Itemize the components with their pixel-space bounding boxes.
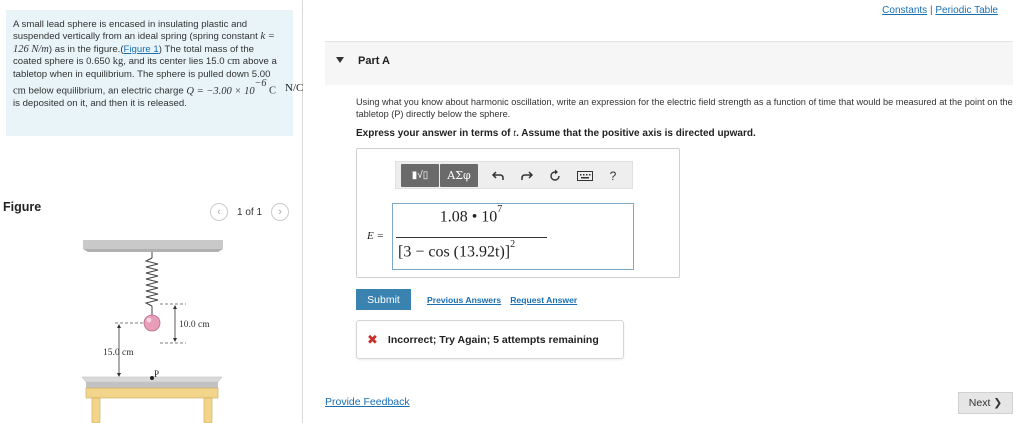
part-title: Part A xyxy=(358,55,390,67)
answer-input[interactable]: 1.08 • 107 [3 − cos (13.92t)]2 xyxy=(392,203,634,270)
question-text: Using what you know about harmonic oscil… xyxy=(356,97,1013,119)
unit-cm-2: cm xyxy=(13,85,26,97)
problem-text-1: A small lead sphere is encased in insula… xyxy=(13,19,258,43)
denominator-value: [3 − cos (13.92t)] xyxy=(398,243,511,261)
figure-link[interactable]: Figure 1 xyxy=(124,44,159,55)
arrow-15cm-head-bottom xyxy=(117,373,121,377)
problem-text-7: is deposited on it, and then it is relea… xyxy=(13,97,187,109)
charge-unit: C xyxy=(269,85,277,97)
charge-value: Q = −3.00 × 10−6 xyxy=(186,78,266,97)
feedback-text: Incorrect; Try Again; 5 attempts remaini… xyxy=(387,333,599,346)
figure-heading: Figure xyxy=(3,200,42,214)
equation-lhs: E = xyxy=(367,230,384,242)
periodic-table-link[interactable]: Periodic Table xyxy=(935,5,998,16)
left-panel: A small lead sphere is encased in insula… xyxy=(0,0,303,423)
spring-sphere-figure: 10.0 cm 15.0 cm P xyxy=(81,240,223,423)
figure-pagination: ‹ 1 of 1 › xyxy=(210,203,290,221)
link-separator: | xyxy=(929,5,933,16)
denominator-exponent: 2 xyxy=(510,239,516,250)
redo-icon[interactable] xyxy=(517,164,537,187)
dim-10cm-label: 10.0 cm xyxy=(179,320,210,330)
x-icon: ✖ xyxy=(367,331,378,347)
header-links: Constants | Periodic Table xyxy=(882,5,998,16)
numerator-exponent: 7 xyxy=(497,204,503,215)
fraction-numerator: 1.08 • 107 xyxy=(393,204,549,226)
lead-sphere xyxy=(143,314,161,332)
action-row: Submit Previous Answers Request Answer xyxy=(356,289,577,310)
instruction-pre: Express your answer in terms of xyxy=(356,128,511,139)
tabletop-edge xyxy=(86,382,218,388)
undo-icon[interactable] xyxy=(488,164,508,187)
arrow-15cm-head-top xyxy=(117,324,121,328)
ceiling-shade xyxy=(83,249,223,252)
problem-text-4: , and its center lies 15.0 xyxy=(123,56,225,68)
answer-unit: N/C xyxy=(285,82,304,94)
chevron-right-icon: ❯ xyxy=(993,397,1003,409)
provide-feedback-link[interactable]: Provide Feedback xyxy=(325,396,410,408)
constants-link[interactable]: Constants xyxy=(882,5,927,16)
caret-down-icon[interactable] xyxy=(336,57,344,63)
instruction-post: . Assume that the positive axis is direc… xyxy=(516,128,756,139)
point-p-label: P xyxy=(154,369,159,379)
feedback-message: ✖ Incorrect; Try Again; 5 attempts remai… xyxy=(356,320,624,359)
keyboard-icon[interactable] xyxy=(574,164,596,187)
figure-counter: 1 of 1 xyxy=(237,206,263,218)
math-toolbar: ▮√▯ ΑΣφ ? xyxy=(395,161,633,189)
arrow-10cm-head-bottom xyxy=(173,338,177,342)
ceiling-bar xyxy=(83,240,223,249)
sphere-highlight xyxy=(146,317,152,323)
templates-button[interactable]: ▮√▯ xyxy=(401,164,439,187)
question-instruction: Express your answer in terms of t. Assum… xyxy=(356,128,756,139)
reset-icon[interactable] xyxy=(544,164,566,187)
arrow-10cm-head-top xyxy=(173,305,177,309)
help-button[interactable]: ? xyxy=(602,164,624,187)
problem-text-6: below equilibrium, an electric charge xyxy=(28,85,184,97)
next-label: Next xyxy=(968,397,991,409)
table-leg-left xyxy=(91,397,101,423)
chevron-left-icon[interactable]: ‹ xyxy=(210,203,228,221)
spring-coil xyxy=(144,257,159,307)
part-a-header[interactable]: Part A xyxy=(325,41,1013,85)
answer-editor: ▮√▯ ΑΣφ ? E = 1.08 • 107 [3 − cos (13.92… xyxy=(356,148,680,278)
problem-text-2: ) as in the figure.( xyxy=(48,43,124,55)
mass-unit: kg xyxy=(112,56,124,68)
request-answer-link[interactable]: Request Answer xyxy=(510,295,577,305)
table-apron xyxy=(85,387,219,399)
dim-15cm-label: 15.0 cm xyxy=(103,348,134,358)
fraction-denominator: [3 − cos (13.92t)]2 xyxy=(398,239,516,261)
problem-statement: A small lead sphere is encased in insula… xyxy=(6,10,293,136)
numerator-value: 1.08 • 10 xyxy=(439,208,498,226)
submit-button[interactable]: Submit xyxy=(356,289,411,310)
greek-symbols-button[interactable]: ΑΣφ xyxy=(440,164,478,187)
charge-exponent: −6 xyxy=(254,78,267,90)
charge-base: Q = −3.00 × 10 xyxy=(186,85,255,97)
previous-answers-link[interactable]: Previous Answers xyxy=(427,295,501,305)
next-button[interactable]: Next ❯ xyxy=(958,392,1013,414)
chevron-right-icon[interactable]: › xyxy=(271,203,290,221)
unit-cm-1: cm xyxy=(227,56,241,68)
table-leg-right xyxy=(203,397,213,423)
fraction-bar xyxy=(396,237,547,238)
